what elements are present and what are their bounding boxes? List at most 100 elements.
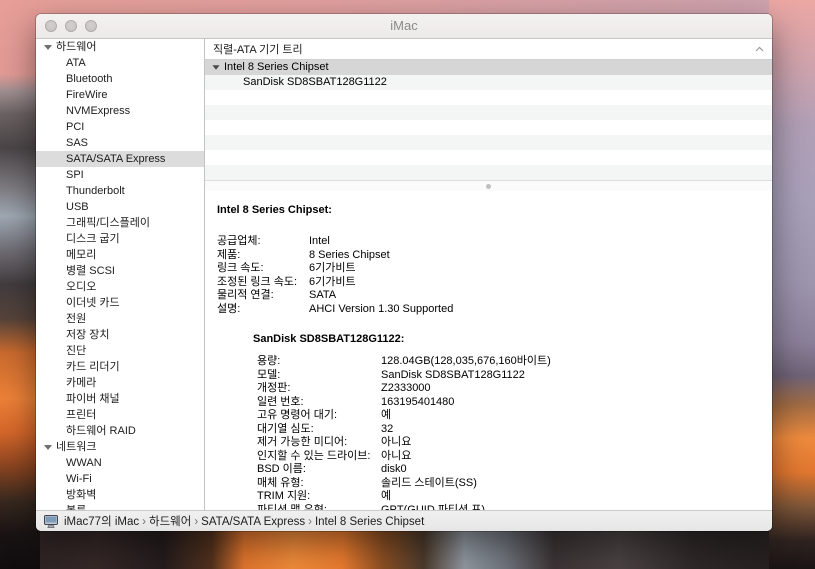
sidebar-item-디스크-굽기[interactable]: 디스크 굽기: [36, 231, 204, 247]
sidebar-item-label: 병렬 SCSI: [66, 263, 115, 279]
sidebar-item-그래픽-디스플레이[interactable]: 그래픽/디스플레이: [36, 215, 204, 231]
sidebar-item-usb[interactable]: USB: [36, 199, 204, 215]
splitter-handle[interactable]: [205, 180, 772, 191]
sidebar-item-sas[interactable]: SAS: [36, 135, 204, 151]
detail-row-링크-속도: 링크 속도:6기가비트: [205, 262, 772, 276]
detail-label: 공급업체:: [217, 235, 309, 249]
sidebar-item-볼륨[interactable]: 볼륨: [36, 503, 204, 510]
detail-value: AHCI Version 1.30 Supported: [309, 303, 453, 317]
sidebar-item-카메라[interactable]: 카메라: [36, 375, 204, 391]
detail-label: 용량:: [257, 355, 381, 369]
tree-row-empty: [205, 165, 772, 180]
desktop-wallpaper: iMac 하드웨어ATABluetoothFireWireNVMExpressP…: [0, 0, 815, 569]
sidebar-item-병렬-scsi[interactable]: 병렬 SCSI: [36, 263, 204, 279]
detail-value: 163195401480: [381, 396, 454, 410]
breadcrumb-separator: ›: [191, 516, 201, 528]
sidebar-item-label: 전원: [66, 311, 86, 327]
sidebar-item-wwan[interactable]: WWAN: [36, 455, 204, 471]
detail-row-대기열-심도: 대기열 심도:32: [205, 423, 772, 437]
detail-row-용량: 용량:128.04GB(128,035,676,160바이트): [205, 355, 772, 369]
window-titlebar[interactable]: iMac: [36, 14, 772, 39]
breadcrumb-separator: ›: [139, 516, 149, 528]
sidebar-item-spi[interactable]: SPI: [36, 167, 204, 183]
detail-row-제거-가능한-미디어: 제거 가능한 미디어:아니요: [205, 436, 772, 450]
breadcrumb-item-intel-8-series-chipset: Intel 8 Series Chipset: [315, 516, 424, 528]
sidebar-item-thunderbolt[interactable]: Thunderbolt: [36, 183, 204, 199]
detail-row-제품: 제품:8 Series Chipset: [205, 249, 772, 263]
sidebar-item-이더넷-카드[interactable]: 이더넷 카드: [36, 295, 204, 311]
tree-row-sandisk-sd8sbat128g1122[interactable]: SanDisk SD8SBAT128G1122: [205, 75, 772, 90]
detail-row-bsd-이름: BSD 이름:disk0: [205, 463, 772, 477]
detail-label: 조정된 링크 속도:: [217, 276, 309, 290]
tree-row-empty: [205, 105, 772, 120]
sidebar-item-label: PCI: [66, 119, 84, 135]
disclosure-triangle-icon[interactable]: [44, 445, 52, 450]
status-bar: iMac77의 iMac›하드웨어›SATA/SATA Express›Inte…: [36, 510, 772, 531]
sidebar-item-sata-sata-express[interactable]: SATA/SATA Express: [36, 151, 204, 167]
tree-row-empty: [205, 135, 772, 150]
sidebar-item-전원[interactable]: 전원: [36, 311, 204, 327]
sidebar-item-label: ATA: [66, 55, 86, 71]
wallpaper-sky-right: [769, 0, 815, 569]
sidebar-item-저장-장치[interactable]: 저장 장치: [36, 327, 204, 343]
sidebar-item-label: Thunderbolt: [66, 183, 125, 199]
sidebar-item-방화벽[interactable]: 방화벽: [36, 487, 204, 503]
splitter-dot-icon: [486, 184, 491, 189]
sidebar-group-네트워크[interactable]: 네트워크: [36, 439, 204, 455]
sidebar-item-하드웨어-raid[interactable]: 하드웨어 RAID: [36, 423, 204, 439]
detail-value: SATA: [309, 289, 336, 303]
details-section-title: Intel 8 Series Chipset:: [205, 203, 772, 217]
section-gap: [205, 316, 772, 332]
sidebar-item-ata[interactable]: ATA: [36, 55, 204, 71]
device-tree: Intel 8 Series ChipsetSanDisk SD8SBAT128…: [205, 60, 772, 180]
detail-label: 물리적 연결:: [217, 289, 309, 303]
disclosure-triangle-icon[interactable]: [212, 65, 219, 70]
window-content: 하드웨어ATABluetoothFireWireNVMExpressPCISAS…: [36, 39, 772, 510]
detail-label: 고유 명령어 대기:: [257, 409, 381, 423]
sidebar-item-프린터[interactable]: 프린터: [36, 407, 204, 423]
sidebar-item-파이버-채널[interactable]: 파이버 채널: [36, 391, 204, 407]
detail-label: 인지할 수 있는 드라이브:: [257, 450, 381, 464]
detail-row-매체-유형: 매체 유형:솔리드 스테이트(SS): [205, 477, 772, 491]
detail-row-설명: 설명:AHCI Version 1.30 Supported: [205, 303, 772, 317]
sidebar-item-firewire[interactable]: FireWire: [36, 87, 204, 103]
sidebar-item-wi-fi[interactable]: Wi-Fi: [36, 471, 204, 487]
detail-row-조정된-링크-속도: 조정된 링크 속도:6기가비트: [205, 276, 772, 290]
detail-label: 제거 가능한 미디어:: [257, 436, 381, 450]
sidebar-item-메모리[interactable]: 메모리: [36, 247, 204, 263]
detail-value: 아니요: [381, 450, 411, 464]
sidebar-group-하드웨어[interactable]: 하드웨어: [36, 39, 204, 55]
sidebar-item-label: 하드웨어 RAID: [66, 423, 136, 439]
detail-label: 모델:: [257, 369, 381, 383]
detail-value: 6기가비트: [309, 262, 356, 276]
detail-label: 개정판:: [257, 382, 381, 396]
detail-value: disk0: [381, 463, 407, 477]
sidebar-item-카드-리더기[interactable]: 카드 리더기: [36, 359, 204, 375]
main-panel: 직렬-ATA 기기 트리 Intel 8 Series ChipsetSanDi…: [205, 39, 772, 510]
detail-row-물리적-연결: 물리적 연결:SATA: [205, 289, 772, 303]
sidebar-item-label: USB: [66, 199, 89, 215]
sidebar-item-pci[interactable]: PCI: [36, 119, 204, 135]
detail-value: 6기가비트: [309, 276, 356, 290]
sidebar-item-nvmexpress[interactable]: NVMExpress: [36, 103, 204, 119]
disclosure-triangle-icon[interactable]: [44, 45, 52, 50]
sidebar-item-label: 저장 장치: [66, 327, 110, 343]
tree-row-label: SanDisk SD8SBAT128G1122: [243, 75, 387, 90]
sidebar-item-label: SAS: [66, 135, 88, 151]
tree-header-label: 직렬-ATA 기기 트리: [213, 41, 303, 57]
tree-row-intel-8-series-chipset[interactable]: Intel 8 Series Chipset: [205, 60, 772, 75]
sidebar-item-label: 방화벽: [66, 487, 96, 503]
sidebar-item-오디오[interactable]: 오디오: [36, 279, 204, 295]
detail-label: 링크 속도:: [217, 262, 309, 276]
chevron-up-icon[interactable]: [755, 46, 764, 52]
sidebar-item-bluetooth[interactable]: Bluetooth: [36, 71, 204, 87]
sidebar-item-label: 메모리: [66, 247, 96, 263]
detail-row-인지할-수-있는-드라이브: 인지할 수 있는 드라이브:아니요: [205, 450, 772, 464]
detail-label: 일련 번호:: [257, 396, 381, 410]
imac-icon: [44, 515, 58, 528]
sidebar-item-label: 카드 리더기: [66, 359, 120, 375]
detail-value: SanDisk SD8SBAT128G1122: [381, 369, 525, 383]
section-gap: [205, 217, 772, 235]
sidebar-item-진단[interactable]: 진단: [36, 343, 204, 359]
detail-label: BSD 이름:: [257, 463, 381, 477]
